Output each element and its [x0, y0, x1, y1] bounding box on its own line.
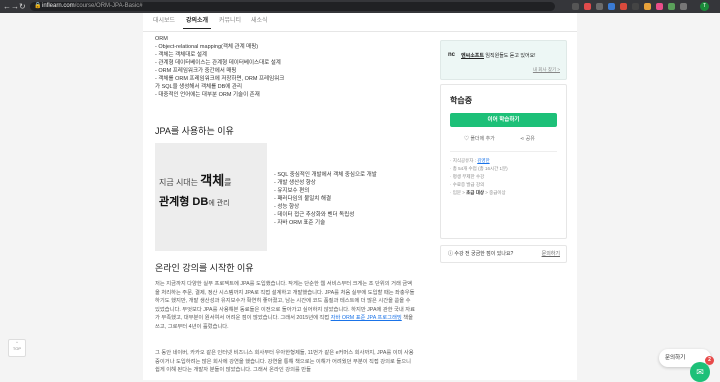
back-icon[interactable]: ←	[3, 1, 11, 12]
orm-heading: ORM	[155, 36, 168, 42]
list-item: - 성능 향상	[274, 204, 300, 210]
extension-icon[interactable]	[596, 3, 603, 10]
forward-icon[interactable]: →	[11, 1, 19, 12]
browser-toolbar: ← → ↻ 🔒 inflearn.com/course/ORM-JPA-Basi…	[0, 0, 720, 13]
online-paragraph-2: 그 동안 네이버, 카카오 같은 인터넷 비즈니스 회사부터 우아한형제들, 1…	[155, 350, 414, 373]
meta-instructor: · 지식공유자 : 김영한	[450, 158, 490, 163]
online-paragraph-1: 저는 지금까지 다양한 실무 프로젝트에 JPA를 도입했습니다. 작게는 단순…	[155, 281, 416, 330]
extension-icon[interactable]	[656, 3, 663, 10]
image-text-line2: 관계형 DB에 관리	[159, 196, 230, 208]
card-title: 학습중	[450, 96, 473, 105]
chat-badge: 2	[705, 356, 714, 365]
ad-text: 엔씨소프트 임직원들도 듣고 있어요!	[461, 53, 536, 59]
tab-news[interactable]: 새소식	[248, 17, 271, 25]
extension-icon[interactable]	[632, 3, 639, 10]
enroll-card: 학습중 이어 학습하기 ♡ 폴더에 추가 ⋖ 공유 · 지식공유자 : 김영한 …	[440, 84, 567, 239]
list-item: 가 SQL을 생성해서 객체를 DB에 관리	[155, 84, 243, 90]
extension-icon[interactable]	[572, 3, 579, 10]
tab-dashboard[interactable]: 대시보드	[150, 17, 178, 25]
url-text: inflearn.com/course/ORM-JPA-Basic#	[42, 3, 143, 9]
list-item: - 유지보수 편의	[274, 188, 310, 194]
meta-lifetime: · 평생 무제한 수강	[450, 174, 485, 179]
extension-icon[interactable]	[668, 3, 675, 10]
list-item: - 데이터 접근 추상화와 벤더 독립성	[274, 212, 355, 218]
company-ad-banner[interactable]: nc 엔씨소프트 임직원들도 듣고 있어요! 내 회사 찾기 >	[440, 40, 567, 80]
extension-icon[interactable]	[584, 3, 591, 10]
extension-icon[interactable]	[620, 3, 627, 10]
list-item: - 자바 ORM 표준 기술	[274, 220, 326, 226]
inquiry-link[interactable]: 문의하기	[542, 246, 560, 262]
question-text: ⓘ 수강 전 궁금한 점이 있나요?	[448, 251, 514, 257]
address-bar[interactable]: 🔒 inflearn.com/course/ORM-JPA-Basic#	[30, 2, 555, 11]
question-box: ⓘ 수강 전 궁금한 점이 있나요? 문의하기	[440, 245, 567, 263]
add-to-folder-button[interactable]: ♡ 폴더에 추가	[464, 135, 495, 142]
course-meta: · 지식공유자 : 김영한 · 총 54개 수업 (총 16시간 1분) · 평…	[450, 157, 557, 197]
divider	[450, 151, 557, 152]
list-item: - SQL 중심적인 개발에서 객체 중심으로 개발	[274, 172, 377, 178]
reload-icon[interactable]: ↻	[19, 1, 26, 12]
extension-icon[interactable]	[644, 3, 651, 10]
instructor-link[interactable]: 김영한	[477, 158, 489, 163]
list-item: - ORM 프레임워크가 중간에서 매핑	[155, 68, 237, 74]
extension-icon[interactable]	[608, 3, 615, 10]
meta-level: · 입문 > 초급 대상 > 중급이상	[450, 190, 506, 195]
course-image: 지금 시대는 객체를 관계형 DB에 관리	[155, 143, 267, 251]
why-jpa-heading: JPA를 사용하는 이유	[155, 126, 234, 136]
find-company-link[interactable]: 내 회사 찾기 >	[533, 67, 560, 73]
book-link[interactable]: 자바 ORM 표준 JPA 프로그래밍	[331, 315, 402, 321]
lock-icon: 🔒	[34, 3, 42, 9]
list-item: - 객체는 객체대로 설계	[155, 52, 207, 58]
image-text-line1: 지금 시대는 객체를	[159, 173, 232, 188]
list-item: - 개발 생산성 향상	[274, 180, 316, 186]
list-item: - 패러다임의 불일치 해결	[274, 196, 332, 202]
course-tabs: 대시보드 강의소개 커뮤니티 새소식	[143, 13, 577, 32]
puzzle-icon[interactable]	[680, 3, 687, 10]
list-item: - Object-relational mapping(객체 관계 매핑)	[155, 44, 259, 50]
meta-lessons: · 총 54개 수업 (총 16시간 1분)	[450, 166, 508, 171]
share-button[interactable]: ⋖ 공유	[520, 135, 535, 142]
chat-icon[interactable]: ✉	[690, 362, 710, 382]
meta-certificate: · 수료증 발급 강의	[450, 182, 485, 187]
tab-community[interactable]: 커뮤니티	[216, 17, 244, 25]
profile-avatar[interactable]: T	[700, 2, 709, 11]
tab-course-intro[interactable]: 강의소개	[183, 17, 212, 29]
card-actions: ♡ 폴더에 추가 ⋖ 공유	[450, 135, 557, 145]
nc-logo: nc	[448, 52, 456, 58]
list-item: - 객체를 ORM 프레임워크에 저장하면, ORM 프레임워크	[155, 76, 285, 82]
page: 대시보드 강의소개 커뮤니티 새소식 ORM - Object-relation…	[0, 13, 720, 382]
list-item: - 대중적인 언어에는 대부분 ORM 기술이 존재	[155, 92, 260, 98]
why-jpa-list: - SQL 중심적인 개발에서 객체 중심으로 개발 - 개발 생산성 향상 -…	[274, 171, 377, 227]
online-heading: 온라인 강의를 시작한 이유	[155, 263, 254, 273]
orm-section: ORM - Object-relational mapping(객체 관계 매핑…	[155, 35, 335, 99]
continue-learning-button[interactable]: 이어 학습하기	[450, 113, 557, 127]
scroll-top-button[interactable]: ^ TOP	[8, 339, 26, 357]
list-item: - 관계형 데이터베이스는 관계형 데이터베이스대로 설계	[155, 60, 281, 66]
